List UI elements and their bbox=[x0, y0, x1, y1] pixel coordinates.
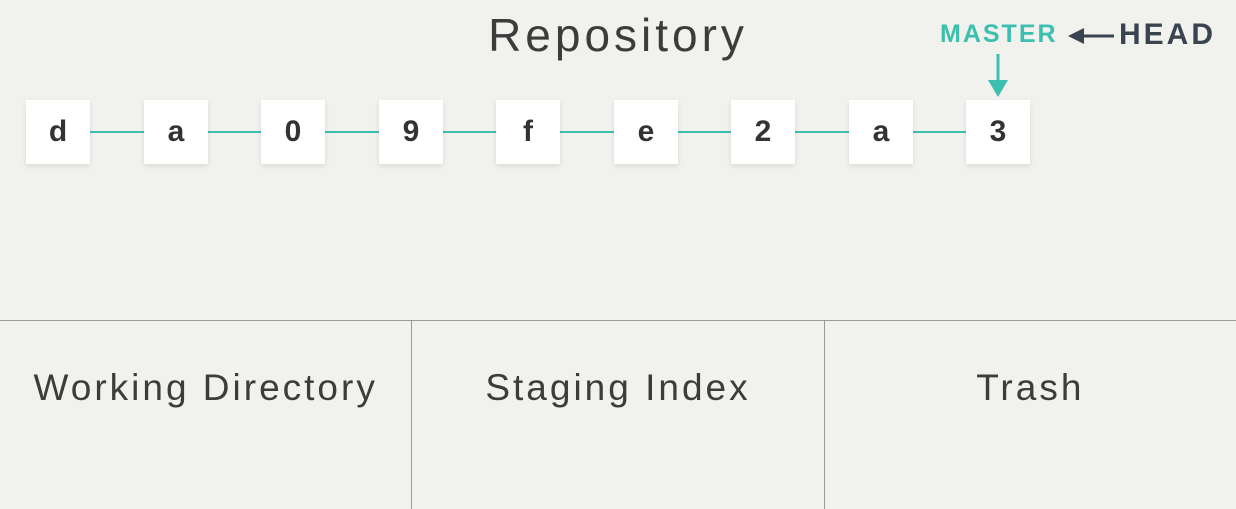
commit-node[interactable]: 0 bbox=[261, 100, 325, 164]
head-pointer-label: HEAD bbox=[1119, 18, 1217, 51]
commit-node[interactable]: d bbox=[26, 100, 90, 164]
commit-node[interactable]: e bbox=[614, 100, 678, 164]
commit-node-latest[interactable]: 3 bbox=[966, 100, 1030, 164]
staging-index-area: Staging Index bbox=[411, 321, 823, 509]
trash-area: Trash bbox=[823, 321, 1236, 509]
working-directory-label: Working Directory bbox=[33, 367, 378, 408]
master-down-arrow-icon bbox=[988, 54, 1008, 97]
trash-label: Trash bbox=[976, 367, 1085, 408]
commit-node[interactable]: a bbox=[849, 100, 913, 164]
commit-node[interactable]: f bbox=[496, 100, 560, 164]
git-areas-panel: Working Directory Staging Index Trash bbox=[0, 320, 1236, 509]
working-directory-area: Working Directory bbox=[0, 321, 411, 509]
head-left-arrow-icon bbox=[1068, 28, 1114, 44]
master-pointer-label: MASTER bbox=[940, 20, 1058, 48]
commit-node[interactable]: 9 bbox=[379, 100, 443, 164]
staging-index-label: Staging Index bbox=[485, 367, 751, 408]
commit-node[interactable]: 2 bbox=[731, 100, 795, 164]
commit-node[interactable]: a bbox=[144, 100, 208, 164]
